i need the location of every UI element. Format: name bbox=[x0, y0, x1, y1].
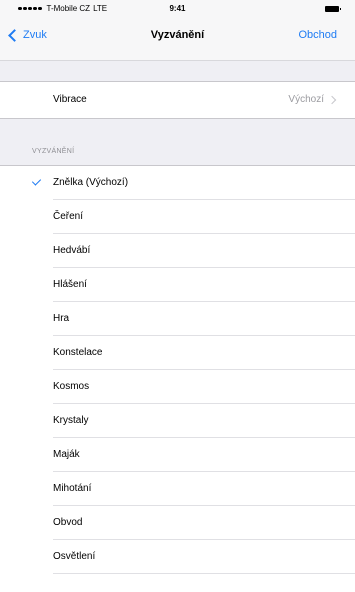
ringtone-row[interactable]: Znělka (Výchozí) bbox=[0, 166, 355, 200]
ringtone-row[interactable]: Osvětlení bbox=[0, 540, 355, 574]
ringtone-list: Znělka (Výchozí) Čeření Hedvábí Hlášení Hra K… bbox=[0, 165, 355, 592]
status-time: 9:41 bbox=[169, 4, 186, 13]
row-separator bbox=[53, 573, 355, 574]
vibration-value: Výchozí bbox=[288, 94, 337, 105]
ringtone-label: Mihotání bbox=[53, 483, 92, 494]
ringtone-label: Čeření bbox=[53, 211, 84, 222]
ringtones-section-header: VYZVÁNĚNÍ bbox=[32, 148, 75, 155]
ringtone-row[interactable]: Maják bbox=[0, 438, 355, 472]
ringtone-row[interactable]: Hra bbox=[0, 302, 355, 336]
store-button[interactable]: Obchod bbox=[298, 29, 337, 41]
ringtone-label: Znělka (Výchozí) bbox=[53, 177, 129, 188]
ringtone-label: Obvod bbox=[53, 517, 83, 528]
battery-icon bbox=[325, 6, 341, 12]
ringtone-row[interactable]: Konstelace bbox=[0, 336, 355, 370]
ringtone-row[interactable]: Krystaly bbox=[0, 404, 355, 438]
ringtone-label: Krystaly bbox=[53, 415, 89, 426]
chevron-right-icon bbox=[327, 95, 337, 104]
ringtone-row[interactable]: Mihotání bbox=[0, 472, 355, 506]
ringtone-label: Hedvábí bbox=[53, 245, 91, 256]
ringtone-row[interactable]: Hlášení bbox=[0, 268, 355, 302]
ringtone-label: Maják bbox=[53, 449, 80, 460]
navigation-bar: Zvuk Vyzvánění Obchod bbox=[0, 20, 355, 61]
vibration-value-text: Výchozí bbox=[288, 94, 324, 105]
checkmark-icon bbox=[31, 176, 42, 186]
ringtone-label: Kosmos bbox=[53, 381, 90, 392]
ringtone-row[interactable]: Hedvábí bbox=[0, 234, 355, 268]
ringtone-label: Konstelace bbox=[53, 347, 103, 358]
ringtone-row[interactable]: Obvod bbox=[0, 506, 355, 540]
ringtone-row[interactable]: Kosmos bbox=[0, 370, 355, 404]
vibration-label: Vibrace bbox=[53, 94, 87, 105]
ringtone-label: Hra bbox=[53, 313, 70, 324]
vibration-row[interactable]: Vibrace Výchozí bbox=[0, 81, 355, 119]
ringtone-label: Hlášení bbox=[53, 279, 87, 290]
ringtone-label: Osvětlení bbox=[53, 551, 96, 562]
ringtone-row[interactable]: Čeření bbox=[0, 200, 355, 234]
status-bar: T-Mobile CZ LTE 9:41 bbox=[0, 0, 355, 20]
